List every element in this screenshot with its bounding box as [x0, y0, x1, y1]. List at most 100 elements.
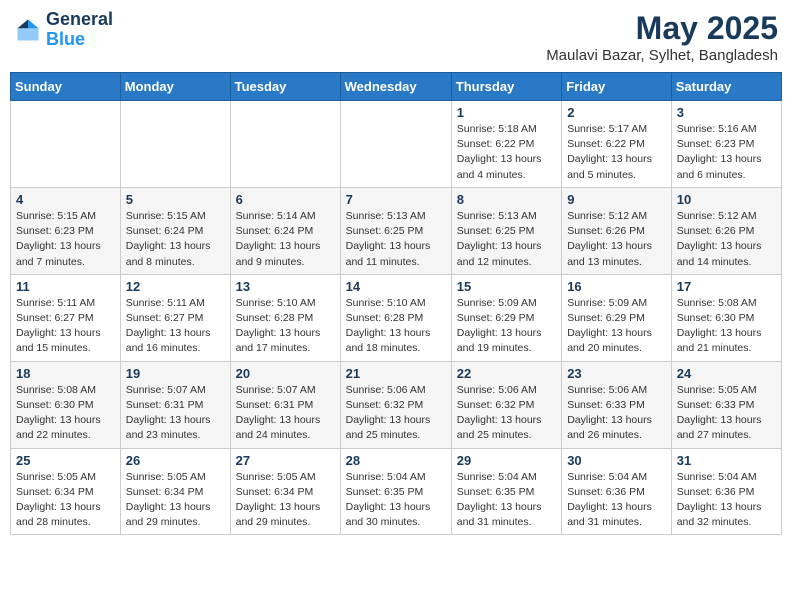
- day-detail: Sunrise: 5:11 AMSunset: 6:27 PMDaylight:…: [16, 296, 115, 357]
- title-block: May 2025 Maulavi Bazar, Sylhet, Banglade…: [546, 10, 778, 64]
- day-number: 28: [346, 453, 446, 468]
- weekday-header-friday: Friday: [562, 73, 672, 101]
- subtitle: Maulavi Bazar, Sylhet, Bangladesh: [546, 47, 778, 64]
- calendar-cell: 11 Sunrise: 5:11 AMSunset: 6:27 PMDayligh…: [11, 274, 121, 361]
- day-number: 7: [346, 192, 446, 207]
- day-number: 13: [236, 279, 335, 294]
- day-number: 1: [457, 105, 556, 120]
- day-detail: Sunrise: 5:09 AMSunset: 6:29 PMDaylight:…: [457, 296, 556, 357]
- weekday-header-saturday: Saturday: [671, 73, 781, 101]
- day-number: 29: [457, 453, 556, 468]
- day-detail: Sunrise: 5:16 AMSunset: 6:23 PMDaylight:…: [677, 122, 776, 183]
- calendar-week-1: 1 Sunrise: 5:18 AMSunset: 6:22 PMDaylight…: [11, 101, 782, 188]
- day-number: 23: [567, 366, 666, 381]
- logo-blue: Blue: [46, 29, 85, 49]
- day-detail: Sunrise: 5:04 AMSunset: 6:35 PMDaylight:…: [457, 470, 556, 531]
- logo: General Blue: [14, 10, 113, 50]
- calendar-cell: 19Sunrise: 5:07 AMSunset: 6:31 PMDayligh…: [120, 361, 230, 448]
- day-number: 18: [16, 366, 115, 381]
- day-detail: Sunrise: 5:11 AMSunset: 6:27 PMDaylight:…: [126, 296, 225, 357]
- day-number: 11: [16, 279, 115, 294]
- calendar-cell: 3 Sunrise: 5:16 AMSunset: 6:23 PMDaylight…: [671, 101, 781, 188]
- day-detail: Sunrise: 5:15 AMSunset: 6:24 PMDaylight:…: [126, 209, 225, 270]
- day-detail: Sunrise: 5:09 AMSunset: 6:29 PMDaylight:…: [567, 296, 666, 357]
- day-number: 12: [126, 279, 225, 294]
- day-number: 15: [457, 279, 556, 294]
- calendar-cell: 7 Sunrise: 5:13 AMSunset: 6:25 PMDaylight…: [340, 187, 451, 274]
- day-detail: Sunrise: 5:10 AMSunset: 6:28 PMDaylight:…: [236, 296, 335, 357]
- day-detail: Sunrise: 5:10 AMSunset: 6:28 PMDaylight:…: [346, 296, 446, 357]
- day-detail: Sunrise: 5:04 AMSunset: 6:36 PMDaylight:…: [677, 470, 776, 531]
- day-number: 3: [677, 105, 776, 120]
- day-number: 22: [457, 366, 556, 381]
- day-number: 25: [16, 453, 115, 468]
- day-detail: Sunrise: 5:06 AMSunset: 6:32 PMDaylight:…: [457, 383, 556, 444]
- day-detail: Sunrise: 5:08 AMSunset: 6:30 PMDaylight:…: [16, 383, 115, 444]
- day-detail: Sunrise: 5:05 AMSunset: 6:34 PMDaylight:…: [16, 470, 115, 531]
- calendar-week-5: 25 Sunrise: 5:05 AMSunset: 6:34 PMDayligh…: [11, 448, 782, 535]
- calendar-cell: [340, 101, 451, 188]
- calendar-cell: 28Sunrise: 5:04 AMSunset: 6:35 PMDayligh…: [340, 448, 451, 535]
- calendar-cell: 9 Sunrise: 5:12 AMSunset: 6:26 PMDaylight…: [562, 187, 672, 274]
- day-detail: Sunrise: 5:06 AMSunset: 6:32 PMDaylight:…: [346, 383, 446, 444]
- calendar-cell: 2Sunrise: 5:17 AMSunset: 6:22 PMDaylight…: [562, 101, 672, 188]
- calendar-cell: 17 Sunrise: 5:08 AMSunset: 6:30 PMDayligh…: [671, 274, 781, 361]
- calendar-cell: 16 Sunrise: 5:09 AMSunset: 6:29 PMDayligh…: [562, 274, 672, 361]
- weekday-header-monday: Monday: [120, 73, 230, 101]
- logo-text: General Blue: [46, 10, 113, 50]
- calendar-week-4: 18 Sunrise: 5:08 AMSunset: 6:30 PMDayligh…: [11, 361, 782, 448]
- day-number: 16: [567, 279, 666, 294]
- calendar-cell: 12 Sunrise: 5:11 AMSunset: 6:27 PMDayligh…: [120, 274, 230, 361]
- day-detail: Sunrise: 5:04 AMSunset: 6:36 PMDaylight:…: [567, 470, 666, 531]
- calendar-cell: 24Sunrise: 5:05 AMSunset: 6:33 PMDayligh…: [671, 361, 781, 448]
- page-header: General Blue May 2025 Maulavi Bazar, Syl…: [10, 10, 782, 64]
- day-number: 27: [236, 453, 335, 468]
- day-number: 31: [677, 453, 776, 468]
- calendar-week-2: 4Sunrise: 5:15 AMSunset: 6:23 PMDaylight…: [11, 187, 782, 274]
- calendar-cell: 18 Sunrise: 5:08 AMSunset: 6:30 PMDayligh…: [11, 361, 121, 448]
- day-number: 5: [126, 192, 225, 207]
- calendar-cell: 20Sunrise: 5:07 AMSunset: 6:31 PMDayligh…: [230, 361, 340, 448]
- logo-general: General: [46, 9, 113, 29]
- calendar-table: SundayMondayTuesdayWednesdayThursdayFrid…: [10, 72, 782, 535]
- calendar-cell: 31 Sunrise: 5:04 AMSunset: 6:36 PMDayligh…: [671, 448, 781, 535]
- calendar-cell: 5 Sunrise: 5:15 AMSunset: 6:24 PMDaylight…: [120, 187, 230, 274]
- calendar-cell: 29 Sunrise: 5:04 AMSunset: 6:35 PMDayligh…: [451, 448, 561, 535]
- day-detail: Sunrise: 5:05 AMSunset: 6:34 PMDaylight:…: [236, 470, 335, 531]
- calendar-cell: [11, 101, 121, 188]
- day-detail: Sunrise: 5:07 AMSunset: 6:31 PMDaylight:…: [126, 383, 225, 444]
- calendar-week-3: 11 Sunrise: 5:11 AMSunset: 6:27 PMDayligh…: [11, 274, 782, 361]
- calendar-cell: [120, 101, 230, 188]
- calendar-cell: 14Sunrise: 5:10 AMSunset: 6:28 PMDayligh…: [340, 274, 451, 361]
- day-detail: Sunrise: 5:05 AMSunset: 6:34 PMDaylight:…: [126, 470, 225, 531]
- day-number: 21: [346, 366, 446, 381]
- calendar-cell: 8Sunrise: 5:13 AMSunset: 6:25 PMDaylight…: [451, 187, 561, 274]
- calendar-cell: 25 Sunrise: 5:05 AMSunset: 6:34 PMDayligh…: [11, 448, 121, 535]
- calendar-cell: 23 Sunrise: 5:06 AMSunset: 6:33 PMDayligh…: [562, 361, 672, 448]
- calendar-cell: 10Sunrise: 5:12 AMSunset: 6:26 PMDayligh…: [671, 187, 781, 274]
- day-detail: Sunrise: 5:12 AMSunset: 6:26 PMDaylight:…: [567, 209, 666, 270]
- day-number: 9: [567, 192, 666, 207]
- day-detail: Sunrise: 5:08 AMSunset: 6:30 PMDaylight:…: [677, 296, 776, 357]
- calendar-cell: 6Sunrise: 5:14 AMSunset: 6:24 PMDaylight…: [230, 187, 340, 274]
- logo-icon: [14, 16, 42, 44]
- calendar-cell: 15 Sunrise: 5:09 AMSunset: 6:29 PMDayligh…: [451, 274, 561, 361]
- weekday-header-tuesday: Tuesday: [230, 73, 340, 101]
- day-detail: Sunrise: 5:18 AMSunset: 6:22 PMDaylight:…: [457, 122, 556, 183]
- day-detail: Sunrise: 5:07 AMSunset: 6:31 PMDaylight:…: [236, 383, 335, 444]
- day-number: 10: [677, 192, 776, 207]
- calendar-cell: 26 Sunrise: 5:05 AMSunset: 6:34 PMDayligh…: [120, 448, 230, 535]
- day-number: 30: [567, 453, 666, 468]
- calendar-cell: 30 Sunrise: 5:04 AMSunset: 6:36 PMDayligh…: [562, 448, 672, 535]
- day-number: 6: [236, 192, 335, 207]
- day-number: 2: [567, 105, 666, 120]
- day-number: 26: [126, 453, 225, 468]
- calendar-cell: 27 Sunrise: 5:05 AMSunset: 6:34 PMDayligh…: [230, 448, 340, 535]
- calendar-cell: 4Sunrise: 5:15 AMSunset: 6:23 PMDaylight…: [11, 187, 121, 274]
- calendar-cell: 21 Sunrise: 5:06 AMSunset: 6:32 PMDayligh…: [340, 361, 451, 448]
- day-detail: Sunrise: 5:13 AMSunset: 6:25 PMDaylight:…: [346, 209, 446, 270]
- day-detail: Sunrise: 5:06 AMSunset: 6:33 PMDaylight:…: [567, 383, 666, 444]
- weekday-header-thursday: Thursday: [451, 73, 561, 101]
- day-number: 24: [677, 366, 776, 381]
- day-number: 17: [677, 279, 776, 294]
